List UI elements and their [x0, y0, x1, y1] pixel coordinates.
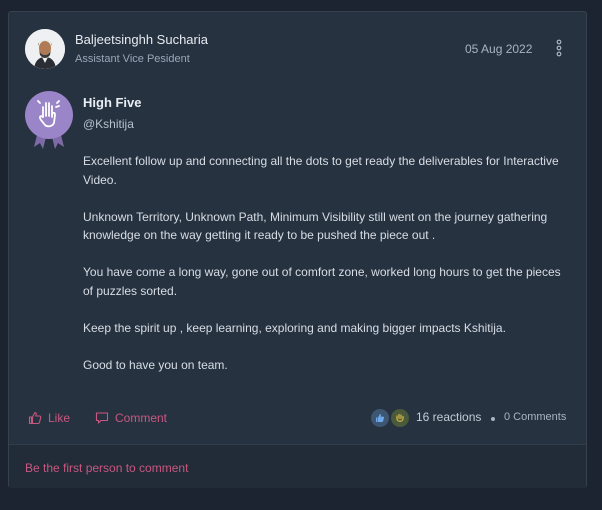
high-five-badge: [25, 91, 73, 155]
author-avatar[interactable]: [25, 29, 65, 69]
post-message: Excellent follow up and connecting all t…: [83, 152, 563, 393]
more-options-icon[interactable]: [553, 39, 565, 57]
like-label: Like: [48, 411, 71, 425]
post-actions: Like Comment 16 reactions 0 Comments: [9, 407, 586, 429]
post-date: 05 Aug 2022: [465, 42, 533, 56]
badge-title: High Five: [83, 95, 142, 110]
message-paragraph: Unknown Territory, Unknown Path, Minimum…: [83, 209, 548, 243]
separator-dot: [491, 417, 495, 421]
message-paragraph: Good to have you on team.: [83, 357, 228, 372]
post-card: Baljeetsinghh Sucharia Assistant Vice Pe…: [8, 11, 587, 488]
comment-label: Comment: [115, 411, 168, 425]
comment-icon: [95, 412, 109, 424]
reaction-icons[interactable]: [371, 407, 411, 429]
thumbs-up-icon: [28, 411, 42, 425]
comments-count[interactable]: 0 Comments: [504, 411, 566, 423]
comment-footer: Be the first person to comment: [9, 444, 586, 488]
clap-reaction-icon: [391, 409, 409, 427]
comment-button[interactable]: Comment: [95, 407, 167, 429]
mentioned-user[interactable]: @Kshitija: [83, 117, 134, 131]
first-comment-link[interactable]: Be the first person to comment: [25, 461, 188, 475]
message-paragraph: You have come a long way, gone out of co…: [83, 265, 561, 298]
like-button[interactable]: Like: [28, 407, 70, 429]
reactions-count[interactable]: 16 reactions: [416, 410, 481, 424]
message-paragraph: Excellent follow up and connecting all t…: [83, 154, 559, 187]
author-title: Assistant Vice Pesident: [75, 53, 190, 65]
author-name[interactable]: Baljeetsinghh Sucharia: [75, 32, 208, 47]
message-paragraph: Keep the spirit up , keep learning, expl…: [83, 320, 506, 335]
like-reaction-icon: [371, 409, 389, 427]
